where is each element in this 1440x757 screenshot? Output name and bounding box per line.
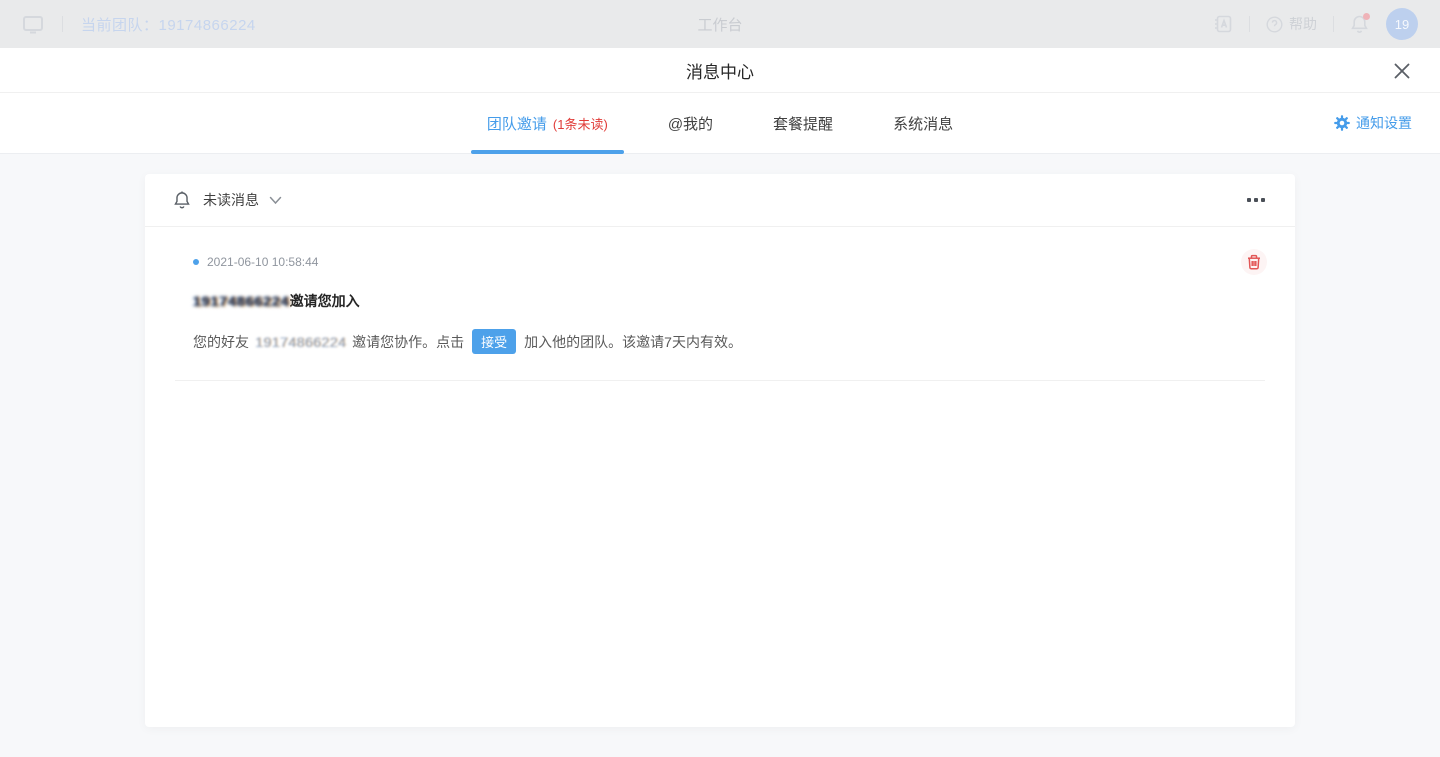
message-center-panel: 消息中心 团队邀请 (1条未读) @我的 套餐提醒 系统消息: [0, 48, 1440, 757]
tab-label: 系统消息: [893, 113, 953, 134]
page-title: 消息中心: [686, 58, 754, 83]
notification-badge-dot: [1363, 13, 1370, 20]
trash-icon: [1246, 254, 1262, 270]
message-body: 您的好友 19174866224 邀请您协作。点击 接受 加入他的团队。该邀请7…: [193, 329, 1267, 354]
tab-system-messages[interactable]: 系统消息: [877, 93, 969, 153]
notification-settings-label: 通知设置: [1356, 113, 1412, 133]
tab-label: 套餐提醒: [773, 113, 833, 134]
redacted-phone-number: 19174866224: [193, 293, 290, 309]
workbench-monitor-icon[interactable]: [22, 14, 44, 34]
tab-bar: 团队邀请 (1条未读) @我的 套餐提醒 系统消息: [0, 93, 1440, 154]
tab-team-invitations[interactable]: 团队邀请 (1条未读): [471, 93, 624, 153]
unread-dot: [193, 259, 199, 265]
unread-count-badge: (1条未读): [553, 114, 608, 133]
message-title-text: 邀请您加入: [290, 293, 360, 309]
body-prefix: 您的好友: [193, 332, 249, 352]
body-suffix: 加入他的团队。该邀请7天内有效。: [524, 332, 742, 352]
tab-mentions[interactable]: @我的: [652, 93, 729, 153]
message-divider: [175, 380, 1265, 381]
body-mid: 邀请您协作。点击: [352, 332, 464, 352]
gear-icon: [1334, 115, 1350, 131]
topbar-divider: [1333, 16, 1334, 32]
tab-label: 团队邀请: [487, 113, 547, 134]
chevron-down-icon[interactable]: [269, 196, 282, 205]
topbar-divider: [62, 16, 63, 32]
message-item: 2021-06-10 10:58:44 19174866224邀请: [145, 227, 1295, 381]
more-actions-icon[interactable]: [1245, 192, 1267, 208]
delete-message-button[interactable]: [1241, 249, 1267, 275]
accept-button[interactable]: 接受: [472, 329, 516, 354]
help-label: 帮助: [1289, 14, 1317, 34]
message-title: 19174866224邀请您加入: [193, 291, 1267, 311]
messages-card-header: 未读消息: [145, 174, 1295, 227]
help-button[interactable]: 帮助: [1266, 14, 1317, 34]
messages-card: 未读消息 2021-06-10 10:58:44: [145, 174, 1295, 727]
close-icon[interactable]: [1390, 59, 1414, 83]
contacts-icon[interactable]: [1213, 14, 1233, 34]
panel-header: 消息中心: [0, 48, 1440, 93]
topbar: 当前团队：19174866224 工作台 帮助: [0, 0, 1440, 48]
message-timestamp: 2021-06-10 10:58:44: [207, 255, 318, 269]
panel-body: 未读消息 2021-06-10 10:58:44: [0, 154, 1440, 757]
question-circle-icon: [1266, 16, 1283, 33]
tab-plan-reminders[interactable]: 套餐提醒: [757, 93, 849, 153]
bell-outline-icon: [173, 190, 191, 210]
current-team-label[interactable]: 当前团队：19174866224: [81, 14, 256, 35]
notifications-bell-icon[interactable]: [1350, 14, 1370, 34]
redacted-phone-number: 19174866224: [255, 334, 346, 350]
user-avatar[interactable]: 19: [1386, 8, 1418, 40]
topbar-divider: [1249, 16, 1250, 32]
tab-label: @我的: [668, 113, 713, 134]
notification-settings-button[interactable]: 通知设置: [1334, 93, 1412, 153]
filter-label: 未读消息: [203, 190, 259, 210]
